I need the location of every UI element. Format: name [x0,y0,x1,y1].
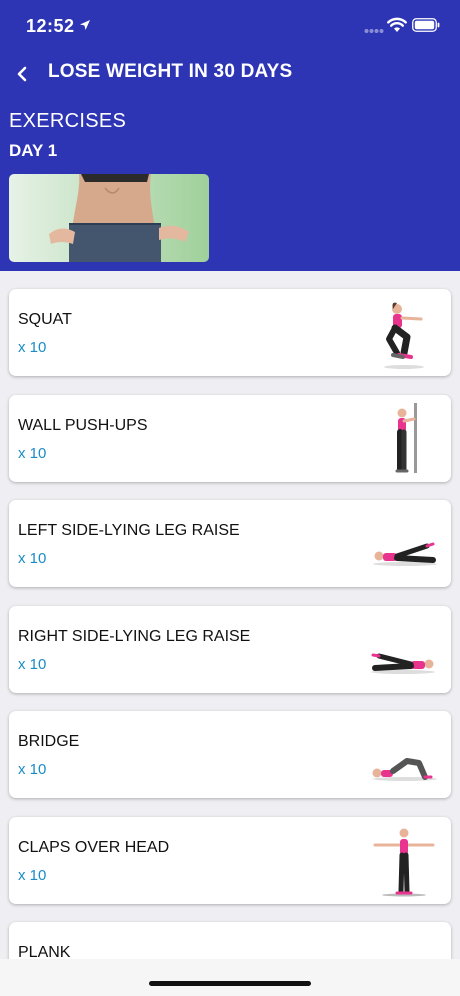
claps-figure-icon [373,828,435,897]
exercise-card-squat[interactable]: SQUAT x 10 [9,289,451,376]
exercise-card-bridge[interactable]: BRIDGE x 10 [9,711,451,798]
exercise-card-plank[interactable]: PLANK [9,922,451,959]
navigation-bar: LOSE WEIGHT IN 30 DAYS [0,56,460,92]
exercise-reps: x 10 [18,550,47,567]
page-title: LOSE WEIGHT IN 30 DAYS [48,61,293,82]
back-button[interactable] [10,60,36,88]
wifi-icon [387,17,407,32]
exercise-name: RIGHT SIDE-LYING LEG RAISE [18,628,251,645]
exercise-name: BRIDGE [18,733,80,750]
exercise-name: SQUAT [18,311,72,328]
left-leg-raise-figure-icon [373,542,437,566]
hero-image [9,174,209,262]
exercise-name: WALL PUSH-UPS [18,417,148,434]
exercise-reps: x 10 [18,656,47,673]
chevron-left-icon [17,66,27,82]
home-indicator-area [0,959,460,996]
signal-icon [364,29,384,33]
exercise-reps: x 10 [18,445,47,462]
exercise-card-claps-over-head[interactable]: CLAPS OVER HEAD x 10 [9,817,451,904]
right-leg-raise-figure-icon [371,653,435,674]
exercise-name: CLAPS OVER HEAD [18,839,170,856]
exercise-name: LEFT SIDE-LYING LEG RAISE [18,522,240,539]
exercise-name: PLANK [18,944,71,959]
wall-pushup-figure-icon [395,403,417,473]
location-arrow-icon [80,20,90,30]
exercise-reps: x 10 [18,867,47,884]
bridge-figure-icon [372,758,437,781]
exercise-list[interactable]: SQUAT x 10 WALL PUSH-UPS x 10 LEFT SIDE-… [0,271,460,959]
header: 12:52 LOSE WEIGHT IN 30 DAYS EXERCISES D… [0,0,460,271]
exercise-card-right-side-lying-leg-raise[interactable]: RIGHT SIDE-LYING LEG RAISE x 10 [9,606,451,693]
home-indicator[interactable] [149,981,311,986]
battery-icon [412,18,440,32]
exercise-card-left-side-lying-leg-raise[interactable]: LEFT SIDE-LYING LEG RAISE x 10 [9,500,451,587]
exercise-card-wall-push-ups[interactable]: WALL PUSH-UPS x 10 [9,395,451,482]
day-label: DAY 1 [9,141,58,160]
section-title: EXERCISES [9,110,127,132]
squat-figure-icon [384,302,424,369]
status-time: 12:52 [26,16,75,36]
exercise-reps: x 10 [18,339,47,356]
status-bar: 12:52 [0,0,460,56]
exercise-reps: x 10 [18,761,47,778]
